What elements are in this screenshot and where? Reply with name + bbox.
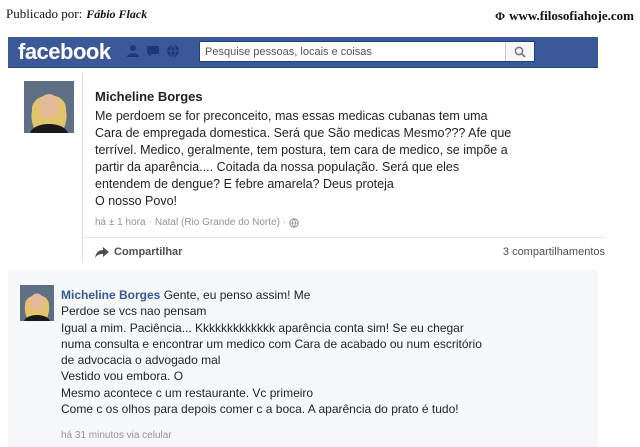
comment-profile-photo[interactable] (20, 285, 54, 321)
post-location[interactable]: Natal (Rio Grande do Norte) (155, 217, 280, 228)
post-line: O nosso Povo! (95, 194, 177, 208)
post-line: partir da aparência.... Coitada da nossa… (95, 160, 460, 174)
share-count[interactable]: 3 compartilhamentos (503, 246, 605, 258)
post-line: entendem de dengue? E febre amarela? Deu… (95, 177, 394, 191)
search-input[interactable] (200, 42, 505, 62)
friend-requests-icon[interactable] (126, 44, 140, 58)
search-icon (514, 46, 526, 58)
published-by: Publicado por: Fábio Flack (6, 6, 147, 22)
meta-dot: · (282, 217, 287, 228)
comment-line: Come c os olhos para depois comer c a bo… (61, 402, 459, 417)
facebook-top-bar: facebook (8, 37, 598, 68)
privacy-globe-icon[interactable] (289, 217, 299, 228)
post-timestamp[interactable]: há ± 1 hora (95, 217, 146, 228)
notifications-globe-icon[interactable] (166, 44, 180, 58)
jewel-icons (126, 44, 180, 58)
post-author[interactable]: Micheline Borges (95, 89, 203, 104)
share-arrow-icon (95, 246, 109, 258)
comment-line: Perdoe se vcs nao pensam (61, 304, 207, 319)
post-line: Me perdoem se for preconceito, mas essas… (95, 109, 488, 123)
comment-first-line: Micheline Borges Gente, eu penso assim! … (61, 287, 591, 303)
comment-line: Igual a mim. Paciência... Kkkkkkkkkkkkk … (61, 320, 464, 335)
comment-line: Vestido vou embora. O (61, 369, 184, 384)
comment-meta[interactable]: há 31 minutos via celular (61, 430, 172, 441)
divider (83, 237, 605, 238)
site-credit: Φ www.filosofiahoje.com (495, 8, 634, 24)
site-url: www.filosofiahoje.com (509, 8, 634, 23)
comment-line: de advocacia o advogado mal (61, 353, 221, 368)
comment-text: Gente, eu penso assim! Me (163, 288, 311, 302)
post-text: Me perdoem se for preconceito, mas essas… (95, 108, 615, 210)
post-card: Micheline Borges Me perdoem se for preco… (14, 73, 605, 267)
share-label: Compartilhar (114, 246, 183, 258)
messages-icon[interactable] (146, 44, 160, 58)
comment-line: Mesmo acontece c um restaurante. Vc prim… (61, 385, 314, 400)
comment-body: Micheline Borges Gente, eu penso assim! … (61, 287, 591, 417)
post-meta: há ± 1 hora · Natal (Rio Grande do Norte… (95, 217, 299, 228)
author-signature: Fábio Flack (86, 7, 148, 21)
comment-line: numa consulta e encontrar um medico com … (61, 336, 482, 351)
comment-author[interactable]: Micheline Borges (61, 288, 160, 302)
published-label: Publicado por: (6, 6, 83, 21)
facebook-logo[interactable]: facebook (18, 39, 111, 65)
comment-card: Micheline Borges Gente, eu penso assim! … (8, 270, 598, 447)
profile-photo[interactable] (24, 81, 74, 133)
meta-dot: · (148, 217, 152, 228)
search-box[interactable] (199, 41, 535, 62)
search-button[interactable] (505, 42, 534, 61)
post-line: Cara de empregada domestica. Será que Sã… (95, 126, 512, 140)
phi-icon: Φ (495, 8, 506, 23)
post-content: Micheline Borges Me perdoem se for preco… (82, 73, 613, 261)
post-line: terrível. Medico, geralmente, tem postur… (95, 143, 508, 157)
share-button[interactable]: Compartilhar (95, 246, 182, 258)
